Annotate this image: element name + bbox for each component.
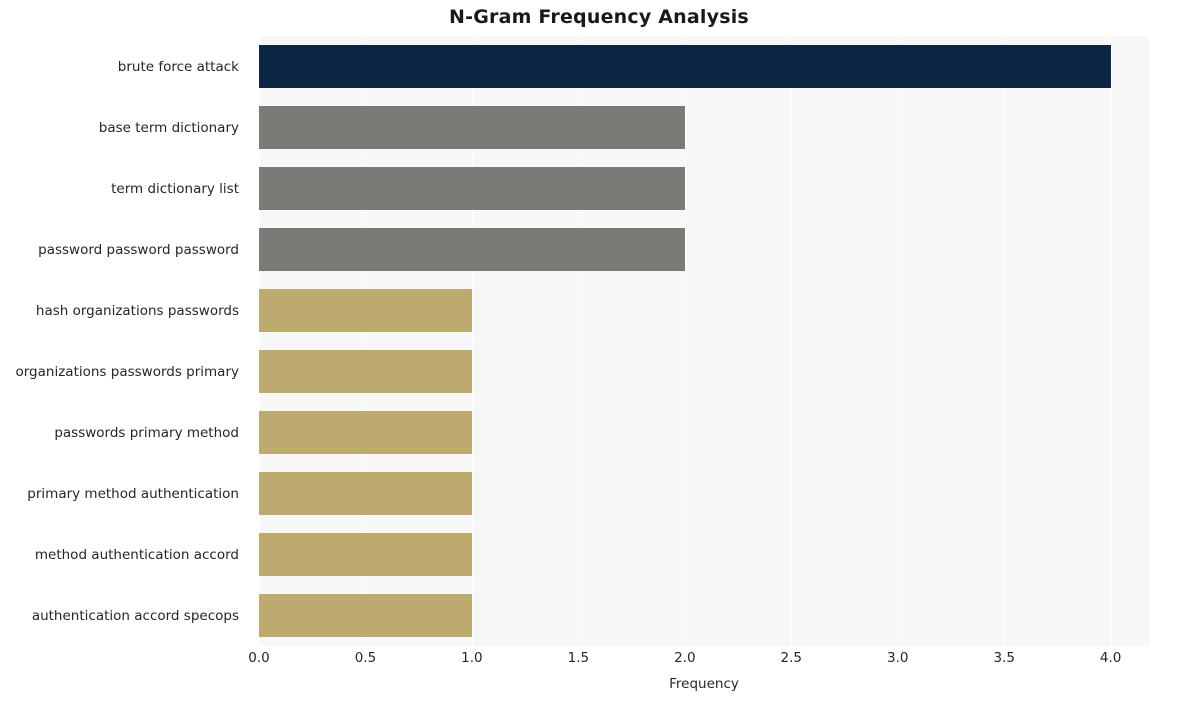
bar[interactable] [259, 594, 472, 637]
bar-row [259, 341, 1149, 402]
bar[interactable] [259, 106, 685, 149]
bar-row [259, 219, 1149, 280]
bar-row [259, 97, 1149, 158]
y-axis-label: method authentication accord [34, 546, 239, 563]
bar-row [259, 280, 1149, 341]
x-axis-tick: 3.0 [887, 650, 909, 666]
x-axis-tick-labels: 0.0 0.5 1.0 1.5 2.0 2.5 3.0 3.5 4.0 [248, 650, 1149, 672]
bar-row [259, 463, 1149, 524]
y-axis-label: primary method authentication [27, 485, 239, 502]
x-axis-tick: 0.5 [354, 650, 377, 666]
x-axis-tick: 3.5 [993, 650, 1015, 666]
bar[interactable] [259, 533, 472, 576]
x-axis-tick: 1.0 [461, 650, 483, 666]
y-axis-label: hash organizations passwords [35, 302, 239, 319]
chart-title: N-Gram Frequency Analysis [449, 6, 749, 28]
bar[interactable] [259, 167, 685, 210]
y-axis-label: password password password [38, 241, 239, 258]
x-axis-tick: 1.5 [567, 650, 590, 666]
bar[interactable] [259, 350, 472, 393]
bar[interactable] [259, 228, 685, 271]
y-axis-label: passwords primary method [54, 424, 239, 441]
x-axis-tick: 2.5 [780, 650, 803, 666]
y-axis-label: brute force attack [117, 58, 239, 75]
y-axis-label: term dictionary list [111, 180, 239, 197]
y-axis-label: authentication accord specops [31, 607, 239, 624]
y-axis-label: base term dictionary [98, 119, 239, 136]
bar[interactable] [259, 289, 472, 332]
bar-row [259, 36, 1149, 97]
plot-area [259, 36, 1149, 646]
x-axis-title: Frequency [669, 676, 739, 692]
ngram-frequency-chart: N-Gram Frequency Analysis brute force at… [0, 0, 1198, 701]
bar-row [259, 402, 1149, 463]
bar-row [259, 524, 1149, 585]
bar[interactable] [259, 45, 1111, 88]
y-axis-category-labels: brute force attack base term dictionary te… [0, 36, 249, 646]
x-axis-tick: 2.0 [674, 650, 696, 666]
x-axis-tick: 0.0 [248, 650, 270, 666]
bar[interactable] [259, 472, 472, 515]
bar-row [259, 158, 1149, 219]
bar-row [259, 585, 1149, 646]
bar[interactable] [259, 411, 472, 454]
y-axis-label: organizations passwords primary [15, 363, 239, 380]
x-axis-tick: 4.0 [1099, 650, 1122, 666]
